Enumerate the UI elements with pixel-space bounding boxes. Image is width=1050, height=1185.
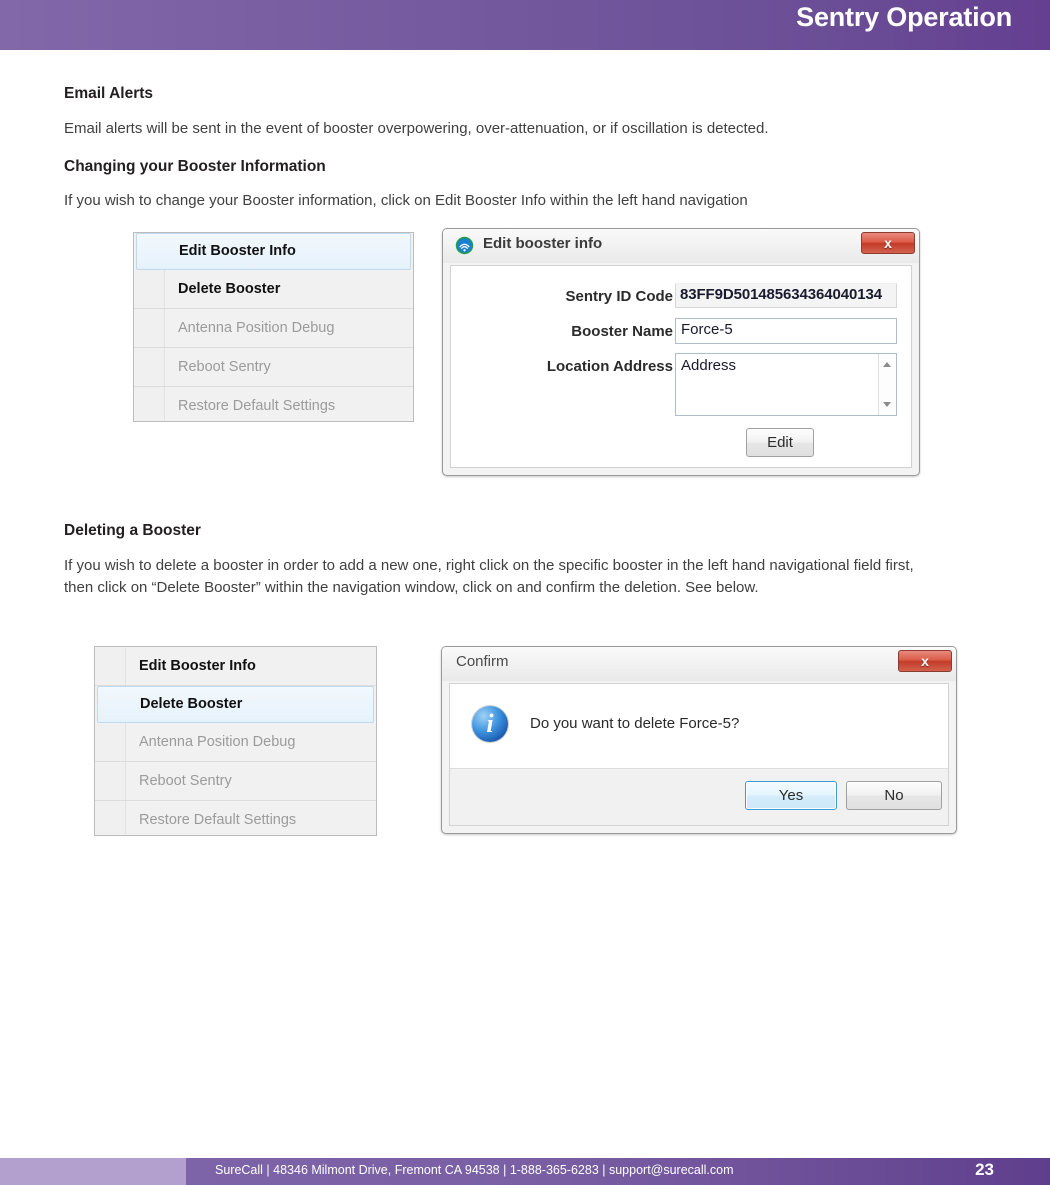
menu-item-reboot-sentry[interactable]: Reboot Sentry (134, 348, 413, 387)
label-booster-name: Booster Name (571, 323, 673, 340)
paragraph-deleting-a-booster: If you wish to delete a booster in order… (64, 557, 914, 596)
confirm-delete-dialog: Confirm x Do you want to delete Force-5?… (441, 646, 957, 834)
close-icon[interactable]: x (861, 232, 915, 254)
close-icon[interactable]: x (898, 650, 952, 672)
footer-accent-block (0, 1158, 186, 1185)
paragraph-changing-booster-information: If you wish to change your Booster infor… (64, 192, 748, 209)
edit-booster-info-dialog: Edit booster info x Sentry ID Code 83FF9… (442, 228, 920, 476)
page-header: Sentry Operation (0, 0, 1050, 50)
heading-email-alerts: Email Alerts (64, 85, 154, 102)
menu-item-delete-booster[interactable]: Delete Booster (134, 270, 413, 309)
textarea-scrollbar[interactable] (878, 354, 896, 415)
menu-item-reboot-sentry[interactable]: Reboot Sentry (95, 762, 376, 801)
menu-item-edit-booster-info[interactable]: Edit Booster Info (95, 647, 376, 686)
value-sentry-id-code: 83FF9D501485634364040134 (675, 283, 897, 308)
dialog-button-bar: Yes No (450, 768, 948, 825)
paragraph-email-alerts: Email alerts will be sent in the event o… (64, 120, 769, 137)
menu-item-antenna-position-debug[interactable]: Antenna Position Debug (95, 723, 376, 762)
page-footer: SureCall | 48346 Milmont Drive, Fremont … (0, 1158, 1050, 1185)
dialog-titlebar: Confirm x (442, 647, 956, 681)
menu-list: Edit Booster Info Delete Booster Antenna… (134, 233, 413, 426)
surecall-signal-icon (455, 236, 474, 255)
menu-list: Edit Booster Info Delete Booster Antenna… (95, 647, 376, 840)
no-button[interactable]: No (846, 781, 942, 810)
dialog-title: Confirm (456, 653, 509, 670)
menu-item-antenna-position-debug[interactable]: Antenna Position Debug (134, 309, 413, 348)
yes-button[interactable]: Yes (745, 781, 837, 810)
menu-item-restore-default-settings[interactable]: Restore Default Settings (95, 801, 376, 840)
info-icon (472, 706, 508, 742)
label-location-address: Location Address (546, 358, 673, 375)
booster-name-input[interactable]: Force-5 (675, 318, 897, 344)
dialog-title: Edit booster info (483, 235, 603, 252)
dialog-body: Sentry ID Code 83FF9D501485634364040134 … (450, 265, 912, 468)
dialog-body: Do you want to delete Force-5? Yes No (449, 683, 949, 826)
menu-item-delete-booster[interactable]: Delete Booster (97, 686, 374, 723)
context-menu-booster-one[interactable]: Edit Booster Info Delete Booster Antenna… (133, 232, 414, 422)
heading-deleting-a-booster: Deleting a Booster (64, 522, 201, 539)
location-address-textarea[interactable]: Address (675, 353, 897, 416)
confirm-message: Do you want to delete Force-5? (530, 715, 740, 732)
context-menu-booster-two[interactable]: Edit Booster Info Delete Booster Antenna… (94, 646, 377, 836)
scroll-down-arrow-icon[interactable] (883, 402, 891, 407)
edit-button[interactable]: Edit (746, 428, 814, 457)
dialog-titlebar: Edit booster info x (443, 229, 919, 263)
page-number: 23 (975, 1160, 994, 1179)
location-address-value: Address (681, 357, 737, 374)
page-title: Sentry Operation (796, 2, 1012, 32)
menu-item-restore-default-settings[interactable]: Restore Default Settings (134, 387, 413, 426)
label-sentry-id-code: Sentry ID Code (565, 288, 673, 305)
footer-contact-text: SureCall | 48346 Milmont Drive, Fremont … (215, 1163, 734, 1177)
menu-item-edit-booster-info[interactable]: Edit Booster Info (136, 233, 411, 270)
scroll-up-arrow-icon[interactable] (883, 362, 891, 367)
heading-changing-booster-information: Changing your Booster Information (64, 158, 326, 175)
